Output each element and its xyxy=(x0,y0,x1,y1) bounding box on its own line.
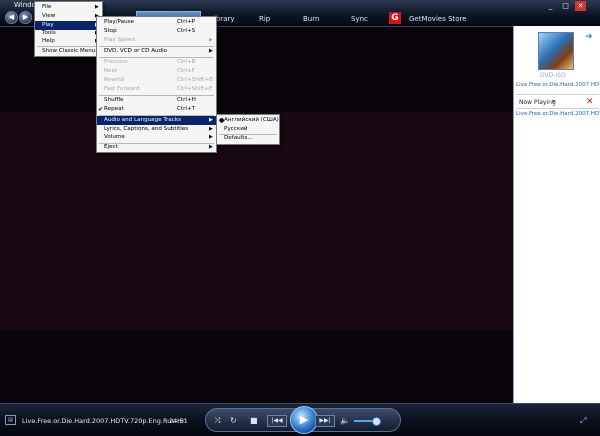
menu-item-stop[interactable]: Stop xyxy=(97,27,216,36)
menu-item-play-pause[interactable]: Play/Pause xyxy=(97,18,216,27)
play-menu: Play/Pause Ctrl+P Stop Ctrl+S Play Speed… xyxy=(96,16,217,153)
menu-item-file[interactable]: File xyxy=(35,3,102,12)
menu-item-defaults[interactable]: Defaults... xyxy=(217,134,279,143)
submenu-arrow-icon: ▶ xyxy=(209,144,213,150)
divider xyxy=(516,108,599,109)
close-button[interactable]: ✕ xyxy=(575,1,586,11)
menu-shortcut: Ctrl+T xyxy=(177,106,196,112)
tab-rip[interactable]: Rip xyxy=(259,13,270,25)
menu-item-volume[interactable]: Volume xyxy=(97,133,216,142)
menu-item-english[interactable]: Английский (США) xyxy=(217,116,279,125)
stop-icon[interactable]: ■ xyxy=(250,416,258,426)
menu-item-label: Русский xyxy=(224,126,248,132)
submenu-arrow-icon: ▶ xyxy=(209,134,213,140)
menu-item-label: Volume xyxy=(104,134,125,140)
menu-item-label: File xyxy=(42,4,52,10)
menu-shortcut: Ctrl+B xyxy=(177,59,196,65)
fullscreen-icon[interactable]: ⤢ xyxy=(580,416,586,426)
submenu-arrow-icon: ▶ xyxy=(209,37,213,43)
menu-item-audio-language[interactable]: Audio and Language Tracks xyxy=(97,116,216,125)
volume-icon[interactable]: 🔈 xyxy=(340,416,350,426)
menu-item-label: Play/Pause xyxy=(104,19,135,25)
menu-item-shuffle[interactable]: Shuffle xyxy=(97,96,216,105)
menu-item-show-classic-menus[interactable]: Show Classic Menus xyxy=(35,47,102,56)
play-button[interactable]: ▶ xyxy=(290,406,318,434)
clear-list-icon[interactable]: ✕ xyxy=(586,97,594,107)
transport-bar: ▤ Live.Free.or.Die.Hard.2007.HDTV.720p.E… xyxy=(0,403,600,436)
menu-item-label: Shuffle xyxy=(104,97,124,103)
menu-item-repeat[interactable]: Repeat xyxy=(97,105,216,114)
submenu-arrow-icon: ▶ xyxy=(209,117,213,123)
submenu-arrow-icon: ▶ xyxy=(95,4,99,10)
menu-item-label: Eject xyxy=(104,144,118,150)
main-menu: File ▶ View ▶ Play ▶ Tools ▶ Help ▶ Show… xyxy=(34,1,103,57)
menu-shortcut: Ctrl+H xyxy=(177,97,196,103)
submenu-arrow-icon: ▶ xyxy=(209,48,213,54)
menu-item-eject[interactable]: Eject xyxy=(97,143,216,152)
minimize-button[interactable]: _ xyxy=(545,1,556,11)
menu-item-label: Play Speed xyxy=(104,37,135,43)
maximize-button[interactable]: □ xyxy=(560,1,571,11)
menu-item-play-speed[interactable]: Play Speed xyxy=(97,36,216,45)
now-playing-dropdown[interactable]: Now Playing xyxy=(519,99,556,106)
menu-item-label: Next xyxy=(104,68,118,74)
menu-shortcut: Ctrl+Shift+B xyxy=(177,77,213,83)
menu-item-help[interactable]: Help xyxy=(35,37,102,46)
switch-to-compact-icon[interactable]: ▤ xyxy=(5,415,16,425)
menu-item-label: Fast Forward xyxy=(104,86,140,92)
menu-item-label: Английский (США) xyxy=(224,117,279,123)
shuffle-icon[interactable]: ⤨ xyxy=(214,416,220,426)
store-logo-icon: G xyxy=(389,12,401,24)
cover-label: DVD-ISO xyxy=(540,72,566,79)
menu-item-label: Play xyxy=(42,22,54,28)
album-art[interactable] xyxy=(538,32,574,70)
menu-item-label: Help xyxy=(42,38,55,44)
menu-shortcut: Ctrl+Shift+F xyxy=(177,86,213,92)
audio-tracks-menu: ● Английский (США) Русский Defaults... xyxy=(216,114,280,145)
menu-item-label: DVD, VCD or CD Audio xyxy=(104,48,168,54)
chevron-down-icon[interactable]: ▾ xyxy=(552,98,555,105)
menu-item-label: Defaults... xyxy=(224,135,253,141)
list-pane: ➜ DVD-ISO Live.Free.or.Die.Hard.2007.HDT… xyxy=(513,26,600,403)
menu-shortcut: Ctrl+S xyxy=(177,28,196,34)
menu-item-view[interactable]: View xyxy=(35,12,102,21)
next-button[interactable]: ▶▶| xyxy=(315,415,335,427)
expand-arrow-icon[interactable]: ➜ xyxy=(585,32,593,42)
menu-shortcut: Ctrl+P xyxy=(177,19,196,25)
list-item[interactable]: Live.Free.or.Die.Hard.2007.HDTV.720p.Eng… xyxy=(516,111,600,117)
video-area[interactable] xyxy=(0,27,513,403)
menu-item-label: View xyxy=(42,13,56,19)
forward-button[interactable]: ▶ xyxy=(19,11,32,24)
menu-item-dvd[interactable]: DVD, VCD or CD Audio xyxy=(97,47,216,56)
media-title: Live.Free.or.Die.Hard.2007.HDTV.720p.Eng… xyxy=(516,82,600,88)
volume-knob[interactable] xyxy=(372,417,381,426)
menu-item-label: Previous xyxy=(104,59,128,65)
menu-item-label: Show Classic Menus xyxy=(42,48,99,54)
tab-sync[interactable]: Sync xyxy=(351,13,368,25)
previous-button[interactable]: |◀◀ xyxy=(267,415,287,427)
menu-item-label: Stop xyxy=(104,28,117,34)
menu-item-label: Audio and Language Tracks xyxy=(104,117,181,123)
menu-item-label: Tools xyxy=(42,30,56,36)
menu-item-label: Repeat xyxy=(104,106,124,112)
elapsed-time: 24:51 xyxy=(169,417,188,425)
menu-item-previous[interactable]: Previous xyxy=(97,58,216,67)
menu-item-next[interactable]: Next xyxy=(97,67,216,76)
divider xyxy=(516,94,599,95)
menu-shortcut: Ctrl+F xyxy=(177,68,195,74)
menu-item-russian[interactable]: Русский xyxy=(217,125,279,134)
tab-store[interactable]: GetMovies Store xyxy=(409,13,467,25)
menu-item-label: Rewind xyxy=(104,77,125,83)
tab-burn[interactable]: Burn xyxy=(303,13,319,25)
menu-item-label: Lyrics, Captions, and Subtitles xyxy=(104,126,189,132)
checkmark-icon: ✔ xyxy=(98,106,104,113)
repeat-icon[interactable]: ↻ xyxy=(230,416,237,426)
now-playing-title: Live.Free.or.Die.Hard.2007.HDTV.720p.Eng… xyxy=(22,417,185,425)
back-button[interactable]: ◀ xyxy=(5,11,18,24)
